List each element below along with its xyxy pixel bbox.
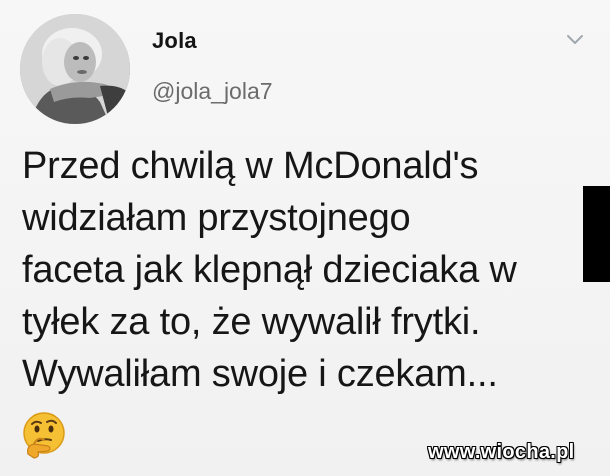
thinking-face-icon	[18, 410, 70, 460]
user-handle[interactable]: @jola_jola7	[152, 78, 273, 105]
black-edge-bar	[583, 186, 610, 282]
display-name[interactable]: Jola	[152, 28, 197, 54]
watermark: www.wiocha.pl	[428, 441, 575, 463]
tweet-card: Jola @jola_jola7 Przed chwilą w McDonald…	[0, 0, 610, 476]
tweet-text: Przed chwilą w McDonald's widziałam przy…	[22, 145, 517, 395]
avatar[interactable]	[20, 14, 130, 124]
chevron-down-icon[interactable]	[563, 30, 587, 50]
avatar-photo-icon	[20, 14, 130, 124]
